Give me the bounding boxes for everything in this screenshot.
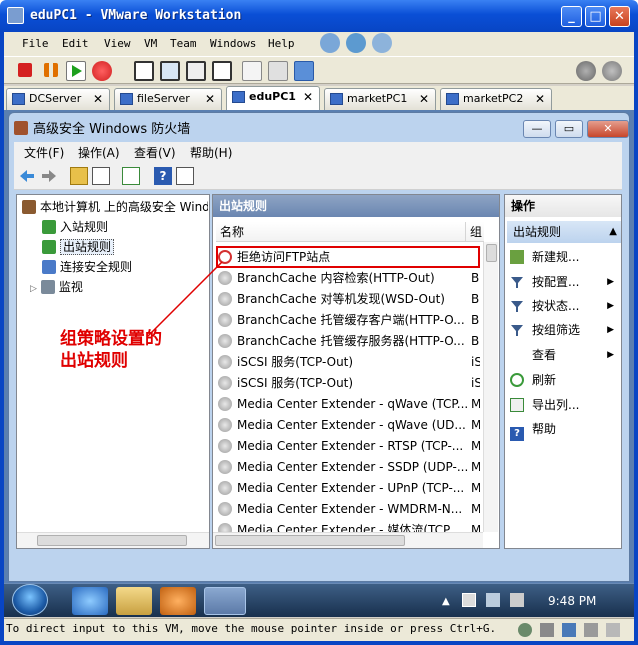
ie-icon[interactable] (72, 587, 108, 615)
explorer-icon[interactable] (116, 587, 152, 615)
annotation-arrow (147, 261, 223, 337)
hdd-device-icon[interactable] (518, 623, 532, 637)
media-player-icon[interactable] (160, 587, 196, 615)
taskbar-clock[interactable]: 9:48 PM (548, 594, 596, 608)
volume-icon[interactable] (510, 593, 524, 607)
start-button[interactable] (12, 584, 48, 616)
usb-device-icon[interactable] (584, 623, 598, 637)
vmware-status-bar: To direct input to this VM, move the mou… (4, 618, 634, 641)
network-icon[interactable] (486, 593, 500, 607)
cd-device-icon[interactable] (540, 623, 554, 637)
network-device-icon[interactable] (562, 623, 576, 637)
action-center-icon[interactable] (462, 593, 476, 607)
status-text: To direct input to this VM, move the mou… (6, 622, 497, 635)
tray-expand-icon[interactable]: ▲ (442, 596, 450, 607)
firewall-taskbar-button[interactable] (204, 587, 246, 615)
sound-device-icon[interactable] (606, 623, 620, 637)
